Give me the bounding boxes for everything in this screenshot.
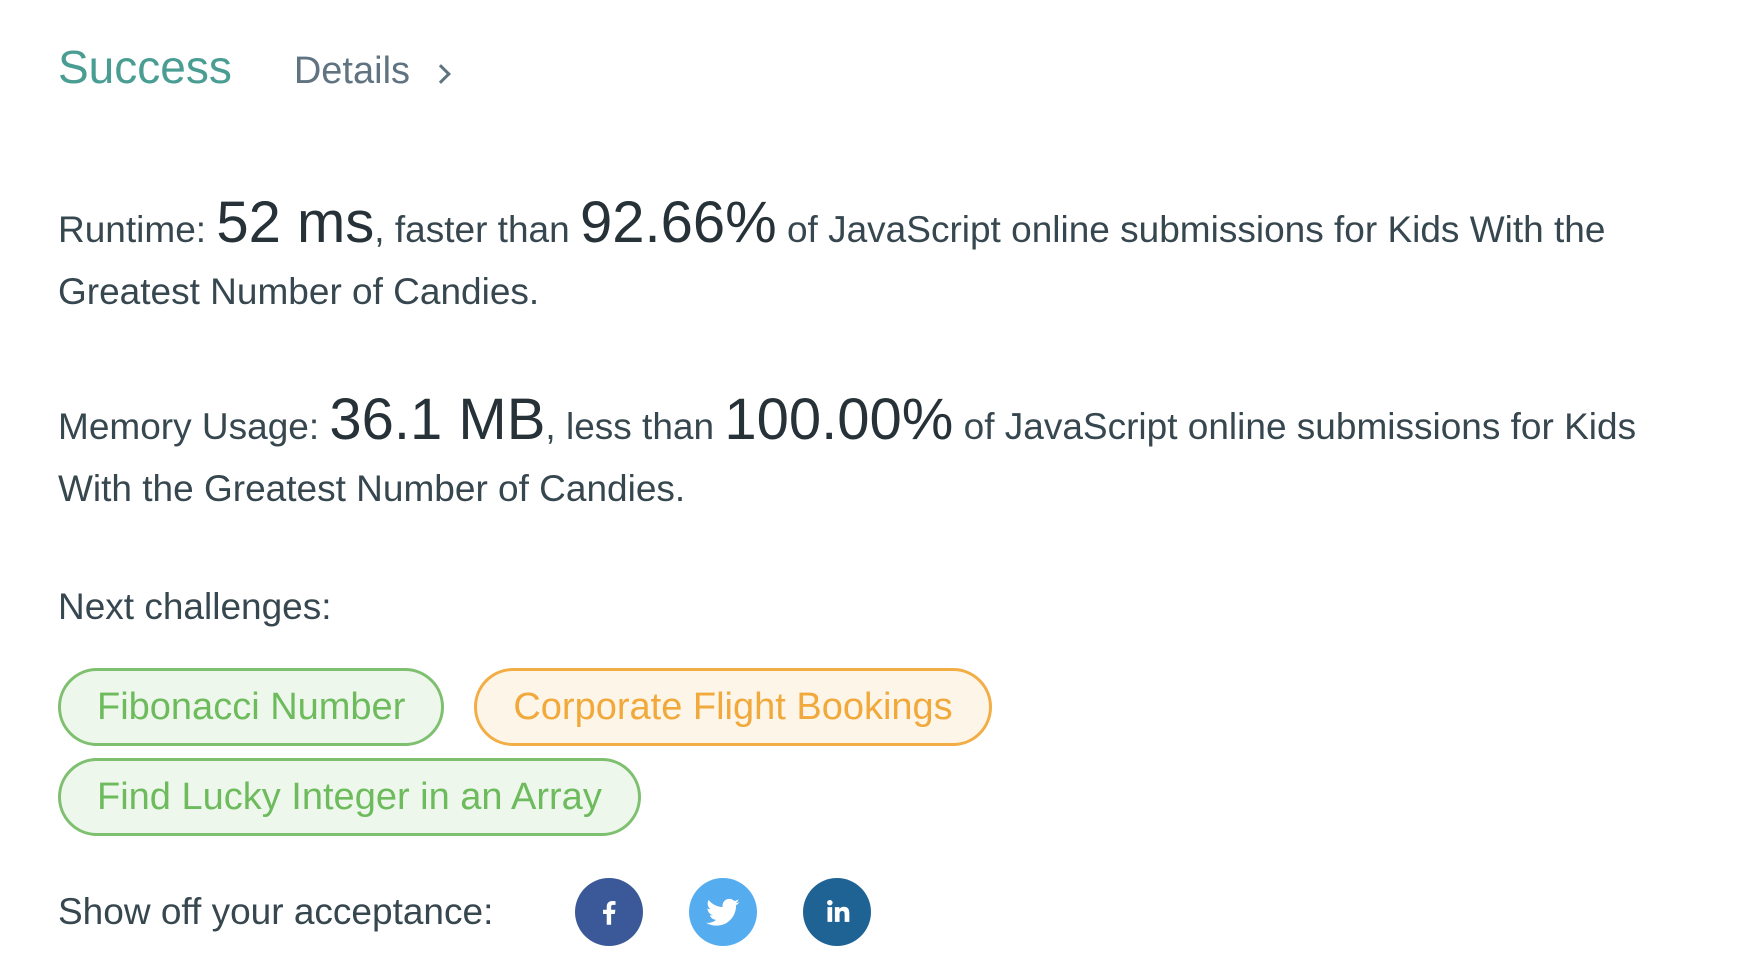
memory-value: 36.1 MB <box>329 387 546 452</box>
submission-result: Success Details Runtime: 52 ms, faster t… <box>58 40 1698 946</box>
twitter-share-button[interactable] <box>689 878 758 946</box>
facebook-share-button[interactable] <box>575 878 644 946</box>
memory-comparison: , less than <box>545 406 725 447</box>
challenge-chip-corporate-flight-bookings[interactable]: Corporate Flight Bookings <box>474 668 992 746</box>
next-challenges-label: Next challenges: <box>58 586 332 627</box>
social-buttons <box>575 878 917 946</box>
next-challenges-list: Fibonacci Number Corporate Flight Bookin… <box>58 668 1158 848</box>
challenge-chip-fibonacci-number[interactable]: Fibonacci Number <box>58 668 445 746</box>
details-label: Details <box>293 50 411 92</box>
share-section: Show off your acceptance: <box>58 878 1698 946</box>
facebook-icon <box>603 900 616 925</box>
runtime-percent: 92.66% <box>579 190 777 255</box>
twitter-icon <box>706 898 741 926</box>
details-link[interactable]: Details <box>293 50 451 93</box>
linkedin-icon <box>827 899 850 922</box>
runtime-value: 52 ms <box>216 190 375 255</box>
runtime-label: Runtime: <box>58 209 217 250</box>
status-label: Success <box>58 41 232 93</box>
memory-percent: 100.00% <box>724 387 954 452</box>
memory-label: Memory Usage: <box>58 406 330 447</box>
result-header: Success Details <box>58 40 1698 100</box>
memory-stat: Memory Usage: 36.1 MB, less than 100.00%… <box>58 389 1698 520</box>
runtime-stat: Runtime: 52 ms, faster than 92.66% of Ja… <box>58 192 1698 323</box>
runtime-comparison: , faster than <box>374 209 580 250</box>
chevron-right-icon <box>431 63 451 84</box>
challenge-chip-find-lucky-integer[interactable]: Find Lucky Integer in an Array <box>58 758 641 836</box>
linkedin-share-button[interactable] <box>803 878 872 946</box>
share-label: Show off your acceptance: <box>58 891 494 932</box>
